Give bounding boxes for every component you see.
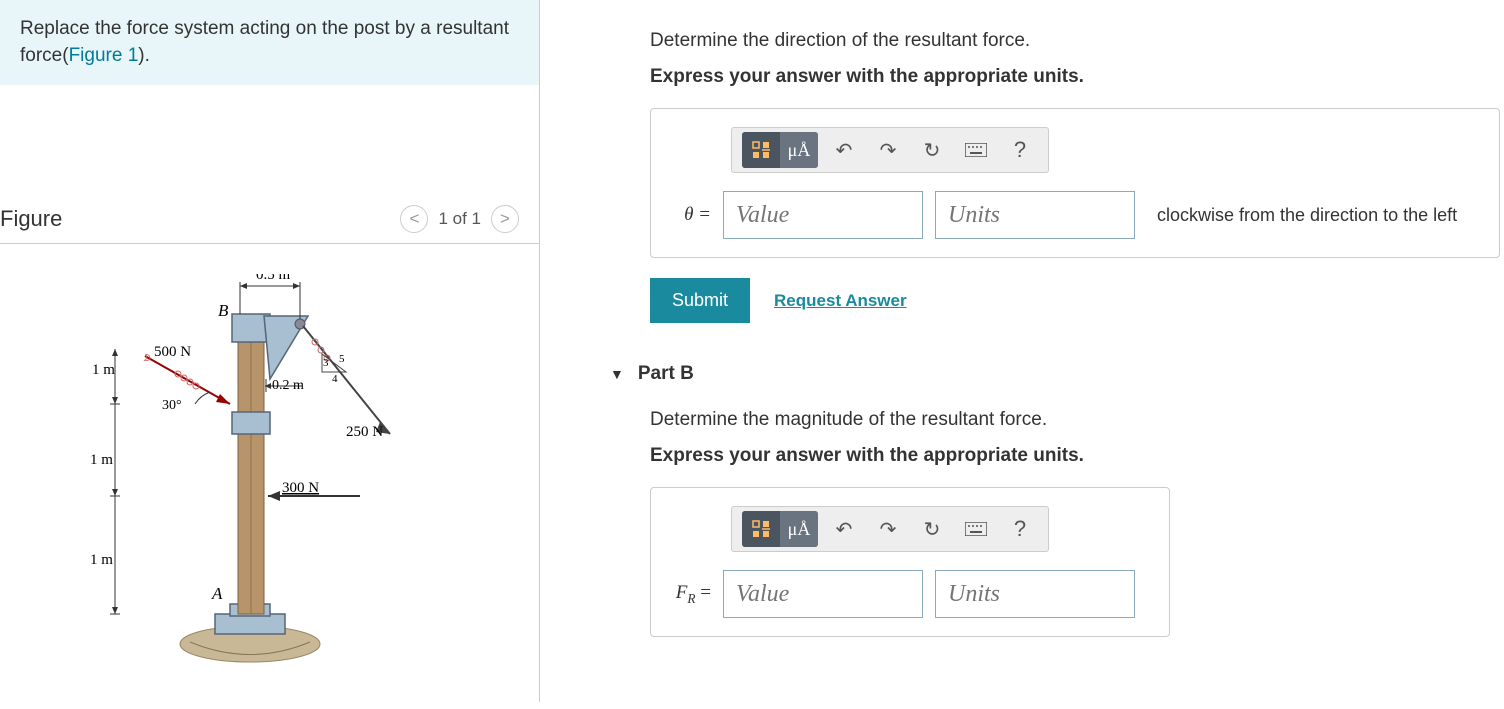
parta-instruction: Express your answer with the appropriate… [650,66,1504,88]
tri-3: 3 [323,357,329,369]
request-answer-link[interactable]: Request Answer [774,291,907,311]
label-a: A [211,584,223,603]
undo-icon[interactable]: ↶ [826,132,862,168]
units-icon[interactable]: μÅ [780,132,818,168]
help-icon[interactable]: ? [1002,511,1038,547]
figure-header: Figure < 1 of 1 > [0,205,539,244]
figure-count: 1 of 1 [438,209,481,229]
force-500: 500 N [154,344,191,360]
fraction-icon[interactable] [742,511,780,547]
partb-question: Determine the magnitude of the resultant… [650,409,1504,431]
dim-top: 0.5 m [256,274,291,283]
redo-icon[interactable]: ↷ [870,132,906,168]
figure-title: Figure [0,206,62,232]
partb-var-label: FR = [671,582,711,607]
dim-02m: 0.2 m [272,378,304,393]
parta-question: Determine the direction of the resultant… [650,30,1504,52]
dim-1m-b: 1 m [90,452,113,468]
partb-value-input[interactable] [723,570,923,618]
reset-icon[interactable]: ↻ [914,132,950,168]
partb-instruction: Express your answer with the appropriate… [650,445,1504,467]
submit-button[interactable]: Submit [650,278,750,323]
figure-section: Figure < 1 of 1 > [0,85,539,709]
problem-text-suffix: ). [138,45,150,66]
fraction-icon[interactable] [742,132,780,168]
redo-icon[interactable]: ↷ [870,511,906,547]
parta-units-input[interactable] [935,191,1135,239]
angle-30: 30° [162,398,182,413]
post-diagram: 0.5 m B 500 N 1 m 30° 0.2 m 3 4 5 250 N … [60,274,440,674]
caret-down-icon: ▼ [610,366,624,382]
partb-units-input[interactable] [935,570,1135,618]
figure-link[interactable]: Figure 1 [69,45,139,66]
figure-image: 0.5 m B 500 N 1 m 30° 0.2 m 3 4 5 250 N … [0,244,539,709]
left-panel: Replace the force system acting on the p… [0,0,540,702]
dim-1m-a: 1 m [92,362,115,378]
parta-var-label: θ = [671,204,711,226]
keyboard-icon[interactable] [958,132,994,168]
tri-5: 5 [339,353,345,365]
parta-submit-row: Submit Request Answer [650,278,1504,323]
units-icon[interactable]: μÅ [780,511,818,547]
template-buttons-b: μÅ [742,511,818,547]
figure-next-button[interactable]: > [491,205,519,233]
dim-1m-c: 1 m [90,552,113,568]
undo-icon[interactable]: ↶ [826,511,862,547]
parta-suffix: clockwise from the direction to the left [1157,205,1457,226]
parta-value-input[interactable] [723,191,923,239]
force-250: 250 N [346,424,383,440]
force-300: 300 N [282,480,319,496]
reset-icon[interactable]: ↻ [914,511,950,547]
partb-header[interactable]: ▼ Part B [610,363,1504,385]
partb-input-row: FR = [671,570,1149,618]
partb-answer-box: μÅ ↶ ↷ ↻ ? FR = [650,487,1170,637]
problem-statement: Replace the force system acting on the p… [0,0,539,85]
parta-input-row: θ = clockwise from the direction to the … [671,191,1479,239]
label-b: B [218,301,229,320]
parta-answer-box: μÅ ↶ ↷ ↻ ? θ = clockwise from the direct… [650,108,1500,258]
parta-toolbar: μÅ ↶ ↷ ↻ ? [731,127,1049,173]
help-icon[interactable]: ? [1002,132,1038,168]
figure-prev-button[interactable]: < [400,205,428,233]
right-panel: Determine the direction of the resultant… [540,0,1504,702]
keyboard-icon[interactable] [958,511,994,547]
partb-title: Part B [638,363,694,385]
figure-nav: < 1 of 1 > [400,205,519,233]
partb-toolbar: μÅ ↶ ↷ ↻ ? [731,506,1049,552]
template-buttons: μÅ [742,132,818,168]
tri-4: 4 [332,373,338,385]
